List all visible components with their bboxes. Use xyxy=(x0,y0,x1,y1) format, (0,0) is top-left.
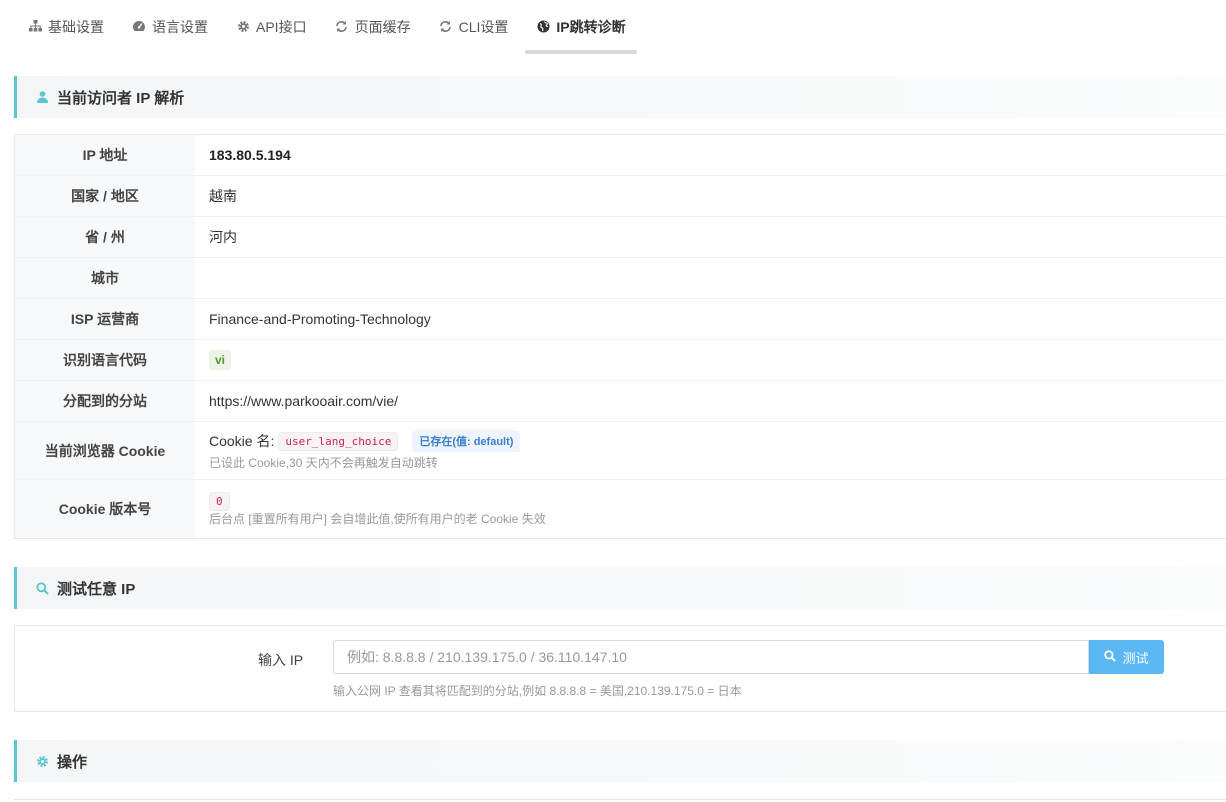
ip-address-value: 183.80.5.194 xyxy=(209,147,291,163)
row-label: Cookie 版本号 xyxy=(15,480,195,538)
tab-label: IP跳转诊断 xyxy=(556,19,626,35)
table-row: IP 地址 183.80.5.194 xyxy=(15,135,1226,176)
section-title: 测试任意 IP xyxy=(57,580,136,598)
user-icon xyxy=(35,90,49,104)
row-label: 省 / 州 xyxy=(15,217,195,257)
row-label: 国家 / 地区 xyxy=(15,176,195,216)
table-row: 省 / 州 河内 xyxy=(15,217,1226,258)
table-row: 城市 xyxy=(15,258,1226,299)
gear-icon xyxy=(35,754,49,768)
refresh-icon xyxy=(439,19,453,33)
table-row: ISP 运营商 Finance-and-Promoting-Technology xyxy=(15,299,1226,340)
assigned-site-value: https://www.parkooair.com/vie/ xyxy=(209,393,399,409)
test-button-label: 测试 xyxy=(1122,650,1149,666)
test-button[interactable]: 测试 xyxy=(1089,640,1164,674)
tab-label: 语言设置 xyxy=(152,19,208,35)
ip-test-input[interactable] xyxy=(333,640,1089,674)
section-title: 当前访问者 IP 解析 xyxy=(57,89,185,107)
cookie-version-hint: 后台点 [重置所有用户] 会自增此值,使所有用户的老 Cookie 失效 xyxy=(209,511,546,526)
row-label: 城市 xyxy=(15,258,195,298)
country-value: 越南 xyxy=(209,188,237,204)
tab-bar: 基础设置 语言设置 API接口 页面缓存 CLI设置 IP跳转诊断 xyxy=(14,0,640,54)
tab-cli-settings[interactable]: CLI设置 xyxy=(425,0,523,54)
language-code-badge: vi xyxy=(209,350,232,370)
table-row: 识别语言代码 vi xyxy=(15,340,1226,381)
divider xyxy=(14,799,1226,800)
row-label: 识别语言代码 xyxy=(15,340,195,380)
section-header-test-ip: 测试任意 IP xyxy=(14,567,1226,609)
tab-label: API接口 xyxy=(256,19,307,35)
globe-icon xyxy=(536,19,550,33)
tab-language-settings[interactable]: 语言设置 xyxy=(118,0,222,54)
cookie-version-code: 0 xyxy=(209,491,230,511)
row-label: 分配到的分站 xyxy=(15,381,195,421)
test-hint: 输入公网 IP 查看其将匹配到的分站,例如 8.8.8.8 = 美国,210.1… xyxy=(333,684,742,698)
gear-icon xyxy=(236,19,250,33)
section-header-visitor-ip: 当前访问者 IP 解析 xyxy=(14,76,1226,118)
ip-info-table: IP 地址 183.80.5.194 国家 / 地区 越南 省 / 州 河内 城… xyxy=(14,134,1226,539)
tab-basic-settings[interactable]: 基础设置 xyxy=(14,0,118,54)
section-header-operations: 操作 xyxy=(14,740,1226,782)
tab-label: CLI设置 xyxy=(458,19,509,35)
cookie-hint: 已设此 Cookie,30 天内不会再触发自动跳转 xyxy=(209,456,438,470)
section-title: 操作 xyxy=(57,753,88,771)
ip-input-label: 输入 IP xyxy=(258,652,304,668)
row-label: ISP 运营商 xyxy=(15,299,195,339)
test-ip-form: 输入 IP 测试 输入公网 IP 查看其将匹配到的分站,例如 8.8.8.8 =… xyxy=(14,625,1226,712)
search-icon xyxy=(1104,649,1117,665)
row-label: IP 地址 xyxy=(15,135,195,175)
row-label: 当前浏览器 Cookie xyxy=(15,422,195,479)
table-row: 当前浏览器 Cookie Cookie 名: user_lang_choice … xyxy=(15,422,1226,480)
tab-ip-redirect-diagnosis[interactable]: IP跳转诊断 xyxy=(522,0,639,54)
cookie-name-prefix: Cookie 名: xyxy=(209,433,275,449)
table-row: 分配到的分站 https://www.parkooair.com/vie/ xyxy=(15,381,1226,422)
dashboard-icon xyxy=(132,19,146,33)
cookie-status-badge: 已存在(值: default) xyxy=(412,430,521,452)
tab-label: 页面缓存 xyxy=(354,19,411,35)
province-value: 河内 xyxy=(209,229,237,245)
tab-label: 基础设置 xyxy=(48,19,104,35)
tab-api[interactable]: API接口 xyxy=(222,0,321,54)
search-icon xyxy=(35,581,49,595)
table-row: Cookie 版本号 0 后台点 [重置所有用户] 会自增此值,使所有用户的老 … xyxy=(15,480,1226,538)
tab-page-cache[interactable]: 页面缓存 xyxy=(321,0,425,54)
table-row: 国家 / 地区 越南 xyxy=(15,176,1226,217)
cookie-name-code: user_lang_choice xyxy=(278,431,399,451)
sitemap-icon xyxy=(28,19,42,33)
isp-value: Finance-and-Promoting-Technology xyxy=(209,311,431,327)
refresh-icon xyxy=(335,19,349,33)
